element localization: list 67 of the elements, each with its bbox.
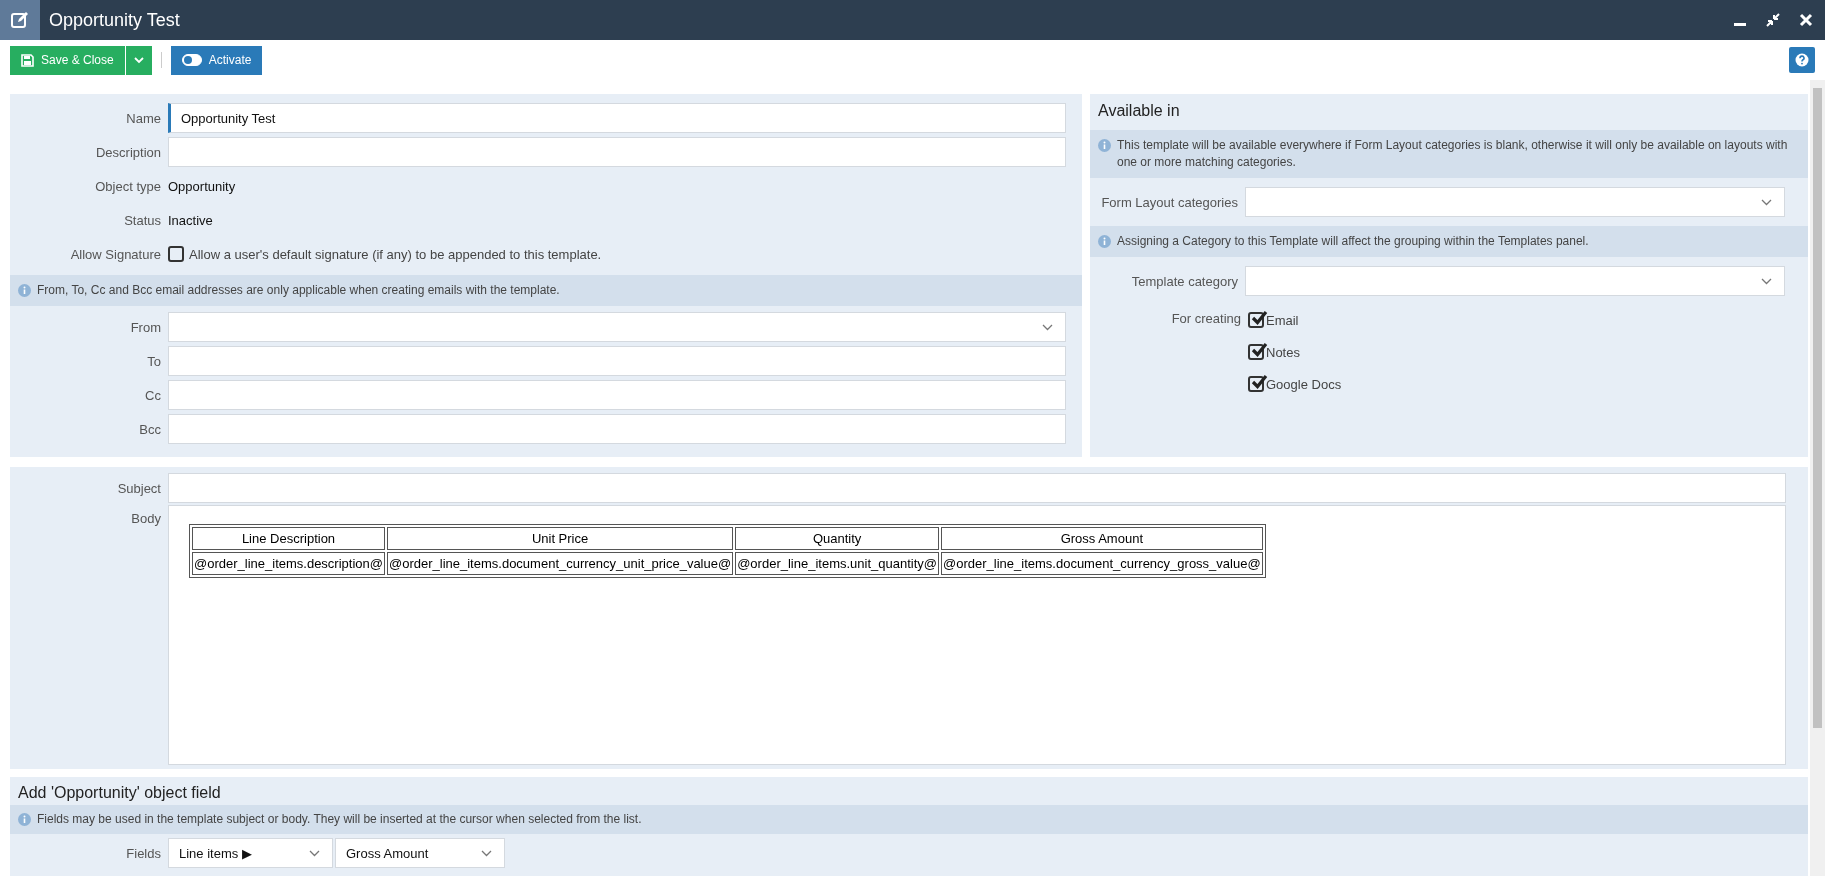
select-field[interactable] [1245,187,1785,217]
help-icon [1795,53,1809,67]
table-cell: @order_line_items.unit_quantity@ [735,552,939,575]
field-label: To [146,353,162,369]
field-value: Opportunity [168,178,236,194]
chevron-icon [1761,198,1772,206]
checkbox-label: Notes [1266,344,1300,360]
table-cell: @order_line_items.description@ [192,552,385,575]
select-field[interactable] [1245,266,1785,296]
field-label: Body [130,510,162,528]
info-icon [18,813,31,826]
field-label: Status [123,212,162,228]
select-field[interactable]: Gross Amount [335,838,505,868]
table-cell: @order_line_items.document_currency_unit_price_value@ [387,552,734,575]
body-editor[interactable] [168,505,1786,765]
checkbox-label: Google Docs [1266,376,1342,392]
table-header-cell: Line Description [192,527,385,550]
notice-text: From, To, Cc and Bcc email addresses are only applicable when creating emails with the template. [37,282,560,299]
text-field[interactable] [168,346,1066,376]
field-label: Allow Signature [69,246,162,262]
shrink-icon[interactable] [1765,12,1781,28]
field-label: From [129,319,162,335]
select-field[interactable] [168,312,1066,342]
chevron-icon [1761,277,1772,285]
info-icon [1098,235,1111,248]
chevron-icon [1042,323,1053,331]
chevron-icon [481,849,492,857]
text-field[interactable]: Opportunity Test [168,103,1066,133]
subject-field[interactable] [168,473,1786,503]
section-title: Add 'Opportunity' object field [17,783,222,803]
field-label: For creating [1170,310,1242,328]
table-cell: @order_line_items.document_currency_gross_value@ [941,552,1263,575]
chevron-icon [309,849,320,857]
notice-text: Assigning a Category to this Template will affect the grouping within the Templates panel. [1117,233,1589,250]
scrollbar[interactable] [1810,80,1825,876]
checkbox-label: Allow a user's default signature (if any) to be appended to this template. [189,246,602,262]
text-field[interactable] [168,137,1066,167]
field-label: Bcc [138,421,162,437]
table-header-cell: Quantity [735,527,939,550]
dropdown-button[interactable] [125,45,152,75]
table-header-cell: Gross Amount [941,527,1263,550]
field-label: Description [94,144,162,160]
close-icon[interactable] [1799,13,1813,27]
info-icon [1098,139,1111,152]
field-value: Inactive [168,212,213,228]
checkbox[interactable] [168,246,184,262]
text-field[interactable] [168,414,1066,444]
field-label: Name [125,110,162,126]
caret-icon [133,56,144,64]
field-label: Form Layout categories [1100,194,1239,210]
field-label: Subject [116,480,162,496]
field-label: Template category [1130,273,1239,289]
window-title: Opportunity Test [49,9,180,31]
field-label: Object type [94,178,162,194]
field-label: Cc [144,387,162,403]
section-title: Available in [1097,101,1181,121]
text-field[interactable] [168,380,1066,410]
field-label: Fields [125,845,162,861]
notice-text: This template will be available everywhere if Form Layout categories is blank, otherwise it will only be available on layouts with one or more matching categories. [1117,137,1789,171]
save-icon [21,53,34,67]
activate-button[interactable]: Activate [170,45,263,75]
checkbox-label: Email [1266,312,1299,328]
select-field[interactable]: Line items ▶ [168,838,333,868]
notice-text: Fields may be used in the template subject or body. They will be inserted at the cursor when selected from the list. [37,811,642,828]
info-icon [18,284,31,297]
table-header-cell: Unit Price [387,527,734,550]
help-button[interactable] [1789,47,1815,73]
